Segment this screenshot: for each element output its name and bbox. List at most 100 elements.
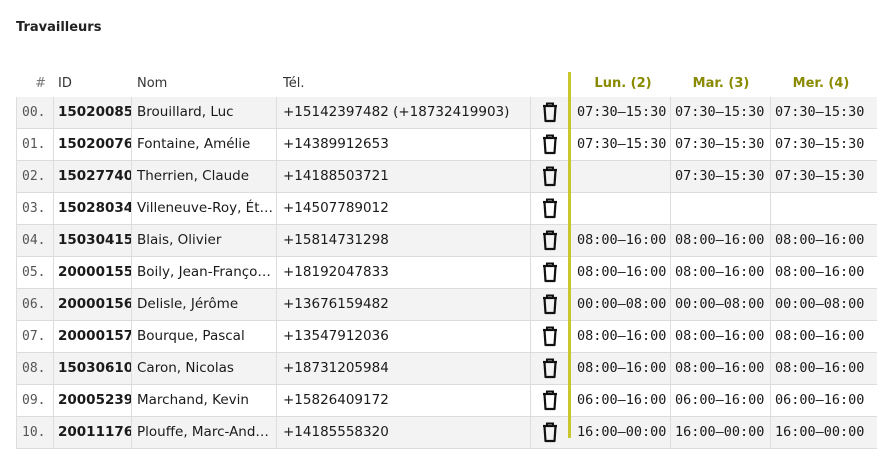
table-row[interactable]: 05. 20000155 Boily, Jean-Franço… +181920478… xyxy=(16,257,877,289)
shift-wednesday[interactable]: 06:00–16:00 xyxy=(771,385,877,416)
row-number: 05. xyxy=(16,257,54,288)
shift-tuesday[interactable]: 16:00–00:00 xyxy=(671,417,771,448)
shift-wednesday[interactable]: 07:30–15:30 xyxy=(771,161,877,192)
shift-tuesday[interactable]: 08:00–16:00 xyxy=(671,353,771,384)
header-id[interactable]: ID xyxy=(58,76,72,91)
header-name[interactable]: Nom xyxy=(137,76,167,91)
delete-worker-button[interactable] xyxy=(531,289,569,320)
shift-tuesday[interactable]: 07:30–15:30 xyxy=(671,97,771,128)
worker-id: 15030610 xyxy=(54,353,132,384)
delete-worker-button[interactable] xyxy=(531,225,569,256)
worker-phone: +15826409172 xyxy=(277,385,531,416)
table-row[interactable]: 10. 20011176 Plouffe, Marc-And… +1418555832… xyxy=(16,417,877,449)
table-row[interactable]: 08. 15030610 Caron, Nicolas +18731205984 08:… xyxy=(16,353,877,385)
delete-worker-button[interactable] xyxy=(531,321,569,352)
delete-worker-button[interactable] xyxy=(531,417,569,448)
row-number: 07. xyxy=(16,321,54,352)
row-number: 03. xyxy=(16,193,54,224)
worker-id: 15028034 xyxy=(54,193,132,224)
shift-wednesday[interactable] xyxy=(771,193,877,224)
worker-phone: +18192047833 xyxy=(277,257,531,288)
worker-id: 20000156 xyxy=(54,289,132,320)
worker-name: Fontaine, Amélie xyxy=(132,129,277,160)
table-row[interactable]: 03. 15028034 Villeneuve-Roy, Ét… +145077890… xyxy=(16,193,877,225)
shift-wednesday[interactable]: 07:30–15:30 xyxy=(771,97,877,128)
delete-worker-button[interactable] xyxy=(531,161,569,192)
worker-id: 15027740 xyxy=(54,161,132,192)
worker-phone: +14188503721 xyxy=(277,161,531,192)
shift-tuesday[interactable]: 07:30–15:30 xyxy=(671,161,771,192)
table-row[interactable]: 09. 20005239 Marchand, Kevin +15826409172 06… xyxy=(16,385,877,417)
table-body: 00. 15020085 Brouillard, Luc +15142397482 (… xyxy=(16,97,877,449)
shift-monday[interactable]: 07:30–15:30 xyxy=(573,97,671,128)
row-number: 06. xyxy=(16,289,54,320)
shift-wednesday[interactable]: 08:00–16:00 xyxy=(771,257,877,288)
table-row[interactable]: 07. 20000157 Bourque, Pascal +13547912036 08… xyxy=(16,321,877,353)
worker-name: Caron, Nicolas xyxy=(132,353,277,384)
shift-wednesday[interactable]: 00:00–08:00 xyxy=(771,289,877,320)
header-num: # xyxy=(35,76,46,91)
worker-name: Marchand, Kevin xyxy=(132,385,277,416)
worker-id: 15020076 xyxy=(54,129,132,160)
worker-phone: +14507789012 xyxy=(277,193,531,224)
worker-name: Blais, Olivier xyxy=(132,225,277,256)
delete-worker-button[interactable] xyxy=(531,257,569,288)
row-number: 08. xyxy=(16,353,54,384)
shift-tuesday[interactable]: 08:00–16:00 xyxy=(671,257,771,288)
shift-tuesday[interactable]: 07:30–15:30 xyxy=(671,129,771,160)
shift-wednesday[interactable]: 16:00–00:00 xyxy=(771,417,877,448)
table-row[interactable]: 04. 15030415 Blais, Olivier +15814731298 08:… xyxy=(16,225,877,257)
trash-icon xyxy=(540,326,560,347)
delete-worker-button[interactable] xyxy=(531,193,569,224)
row-number: 00. xyxy=(16,97,54,128)
table-row[interactable]: 06. 20000156 Delisle, Jérôme +13676159482 00… xyxy=(16,289,877,321)
shift-wednesday[interactable]: 08:00–16:00 xyxy=(771,225,877,256)
shift-tuesday[interactable]: 00:00–08:00 xyxy=(671,289,771,320)
table-row[interactable]: 01. 15020076 Fontaine, Amélie +14389912653 0… xyxy=(16,129,877,161)
table-row[interactable]: 00. 15020085 Brouillard, Luc +15142397482 (… xyxy=(16,97,877,129)
shift-monday[interactable]: 08:00–16:00 xyxy=(573,225,671,256)
trash-icon xyxy=(540,294,560,315)
shift-monday[interactable]: 16:00–00:00 xyxy=(573,417,671,448)
delete-worker-button[interactable] xyxy=(531,385,569,416)
shift-monday[interactable]: 00:00–08:00 xyxy=(573,289,671,320)
shift-monday[interactable]: 08:00–16:00 xyxy=(573,321,671,352)
shift-wednesday[interactable]: 07:30–15:30 xyxy=(771,129,877,160)
trash-icon xyxy=(540,262,560,283)
shift-monday[interactable]: 08:00–16:00 xyxy=(573,353,671,384)
shift-wednesday[interactable]: 08:00–16:00 xyxy=(771,353,877,384)
shift-tuesday[interactable] xyxy=(671,193,771,224)
delete-worker-button[interactable] xyxy=(531,97,569,128)
header-day-wednesday[interactable]: Mer. (4) xyxy=(771,76,871,91)
trash-icon xyxy=(540,390,560,411)
trash-icon xyxy=(540,230,560,251)
trash-icon xyxy=(540,166,560,187)
shift-tuesday[interactable]: 08:00–16:00 xyxy=(671,321,771,352)
row-number: 04. xyxy=(16,225,54,256)
header-day-tuesday[interactable]: Mar. (3) xyxy=(671,76,771,91)
shift-tuesday[interactable]: 08:00–16:00 xyxy=(671,225,771,256)
worker-id: 20000155 xyxy=(54,257,132,288)
delete-worker-button[interactable] xyxy=(531,353,569,384)
worker-phone: +15142397482 (+18732419903) xyxy=(277,97,531,128)
worker-phone: +13547912036 xyxy=(277,321,531,352)
shift-monday[interactable] xyxy=(573,193,671,224)
trash-icon xyxy=(540,102,560,123)
section-title: Travailleurs xyxy=(16,20,102,35)
shift-monday[interactable]: 08:00–16:00 xyxy=(573,257,671,288)
shift-tuesday[interactable]: 06:00–16:00 xyxy=(671,385,771,416)
shift-wednesday[interactable]: 08:00–16:00 xyxy=(771,321,877,352)
worker-id: 20005239 xyxy=(54,385,132,416)
worker-id: 15030415 xyxy=(54,225,132,256)
header-day-monday[interactable]: Lun. (2) xyxy=(573,76,673,91)
worker-id: 20011176 xyxy=(54,417,132,448)
header-tel[interactable]: Tél. xyxy=(283,76,304,91)
worker-phone: +15814731298 xyxy=(277,225,531,256)
table-header: # ID Nom Tél. Lun. (2) Mar. (3) Mer. (4) xyxy=(16,72,877,97)
shift-monday[interactable]: 06:00–16:00 xyxy=(573,385,671,416)
table-row[interactable]: 02. 15027740 Therrien, Claude +14188503721 0… xyxy=(16,161,877,193)
row-number: 09. xyxy=(16,385,54,416)
shift-monday[interactable]: 07:30–15:30 xyxy=(573,129,671,160)
delete-worker-button[interactable] xyxy=(531,129,569,160)
shift-monday[interactable] xyxy=(573,161,671,192)
